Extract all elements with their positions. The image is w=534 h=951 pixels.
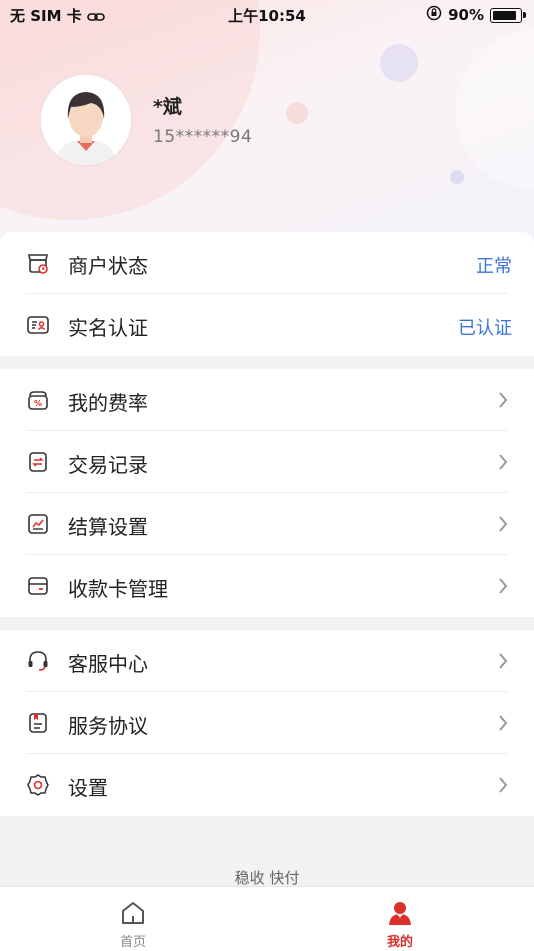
merchant-status-row[interactable]: 商户状态 正常	[0, 232, 534, 294]
home-icon	[119, 899, 147, 927]
tab-mine[interactable]: 我的	[330, 887, 470, 951]
battery-percent: 90%	[448, 6, 484, 24]
real-name-row[interactable]: 实名认证 已认证	[0, 294, 534, 356]
business-section: % 我的费率 交易记录 结算设置 收款卡管理	[0, 369, 534, 617]
svg-text:%: %	[34, 399, 42, 408]
gear-icon	[26, 773, 50, 797]
user-phone: 15******94	[153, 127, 253, 147]
real-name-value: 已认证	[458, 318, 512, 339]
chevron-right-icon	[498, 577, 508, 595]
merchant-status-label: 商户状态	[68, 254, 148, 278]
bank-card-icon	[26, 574, 50, 598]
chevron-right-icon	[498, 714, 508, 732]
avatar[interactable]	[39, 73, 133, 167]
my-rate-row[interactable]: % 我的费率	[0, 369, 534, 431]
bank-card-manage-row[interactable]: 收款卡管理	[0, 555, 534, 617]
real-name-label: 实名认证	[68, 316, 148, 340]
settlement-icon	[26, 512, 50, 536]
chevron-right-icon	[498, 391, 508, 409]
service-agreement-label: 服务协议	[68, 714, 148, 738]
settlement-settings-label: 结算设置	[68, 515, 148, 539]
bank-card-manage-label: 收款卡管理	[68, 577, 168, 601]
customer-service-label: 客服中心	[68, 652, 148, 676]
chevron-right-icon	[498, 515, 508, 533]
headset-icon	[26, 649, 50, 673]
settlement-settings-row[interactable]: 结算设置	[0, 493, 534, 555]
tab-bar: 首页 我的	[0, 886, 534, 951]
chevron-right-icon	[498, 776, 508, 794]
orientation-lock-icon	[426, 5, 442, 25]
transaction-icon	[26, 450, 50, 474]
settings-label: 设置	[68, 776, 108, 800]
transaction-record-row[interactable]: 交易记录	[0, 431, 534, 493]
tab-mine-label: 我的	[386, 935, 413, 950]
service-agreement-row[interactable]: 服务协议	[0, 692, 534, 754]
chevron-right-icon	[498, 652, 508, 670]
status-bar: 无 SIM 卡 上午10:54 90%	[0, 0, 534, 28]
tab-home[interactable]: 首页	[63, 887, 203, 951]
status-section: 商户状态 正常 实名认证 已认证	[0, 232, 534, 356]
customer-service-row[interactable]: 客服中心	[0, 630, 534, 692]
tab-home-label: 首页	[119, 935, 146, 950]
brand-slogan: 稳收 快付	[234, 869, 300, 887]
chevron-right-icon	[498, 453, 508, 471]
my-rate-label: 我的费率	[68, 391, 148, 415]
user-name: *斌	[153, 96, 182, 118]
battery-icon	[490, 7, 526, 23]
user-icon	[386, 899, 414, 927]
settings-row[interactable]: 设置	[0, 754, 534, 816]
rate-icon: %	[26, 388, 50, 412]
support-section: 客服中心 服务协议 设置	[0, 630, 534, 816]
shop-icon	[26, 251, 50, 275]
document-icon	[26, 711, 50, 735]
merchant-status-value: 正常	[476, 256, 512, 277]
transaction-record-label: 交易记录	[68, 453, 148, 477]
id-card-icon	[26, 313, 50, 337]
